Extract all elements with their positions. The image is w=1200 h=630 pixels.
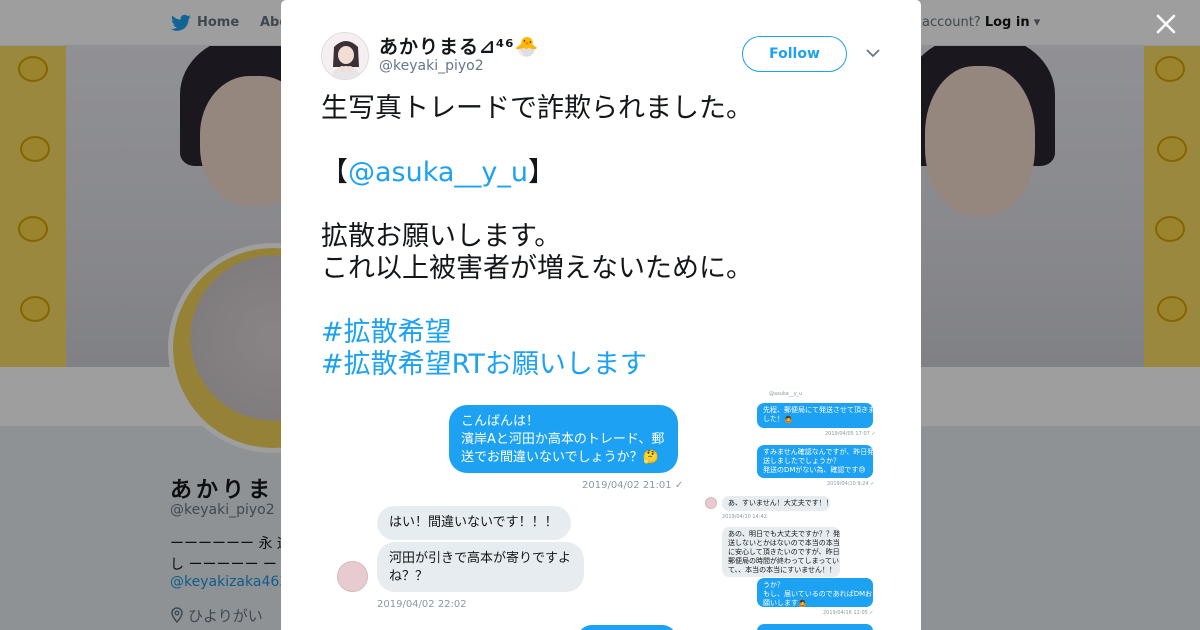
dm-message-out: 先程、郵便局にて発送させて頂きま した！🙇 [757,403,873,428]
mention-link[interactable]: @asuka__y_u [348,157,528,188]
bracket-close: 】 [528,157,556,188]
dm-timestamp: 2019/04/02 22:02 [377,599,467,610]
dm-message-out: すみません確認なんですが、昨日発 送しましたでしょうか？ 発送のDMがない為、確… [757,445,873,478]
tweet-text-line: 【@asuka__y_u】 [321,157,555,189]
tweet-modal: あかりまる⊿⁴⁶🐣 @keyaki_piyo2 Follow 生写真トレードで詐… [281,0,921,630]
dm-message-out: うか？ もし、届いているのであればDMお 願いします🙇 [757,578,873,607]
dm-message-in: あ、すいません！大丈夫です！！ [722,496,830,511]
tweet-text-line: これ以上被害者が増えないために。 [321,253,753,284]
avatar-portrait-icon [322,33,368,79]
hashtag-link[interactable]: #拡散希望 [321,317,452,349]
hashtag-link[interactable]: #拡散希望RTお願いします [321,349,647,381]
dm-timestamp: 2019/04/16 12:05 ✓ [823,610,874,616]
dm-message-out-partial [577,625,677,630]
dm-timestamp: 2019/04/10 9:24 ✓ [827,481,875,487]
dm-message-out: こんばんは！ 濱岸Aと河田か高本のトレード、郵送でお間違いないでしょうか？🤔 [449,405,678,473]
dm-message-in: あの、明日でも大丈夫ですか？？発 送しないとかはないので本当の本当 に安心して頂… [722,527,840,577]
tweet-text-line: 拡散お願いします。 [321,221,562,252]
bracket-open: 【 [321,157,348,188]
dm-message-out-partial [757,624,873,630]
dm-timestamp: 2019/04/02 21:01 ✓ [582,480,684,491]
close-icon[interactable] [1154,12,1178,36]
follow-button[interactable]: Follow [742,36,847,72]
tweet-text-line: 生写真トレードで詐欺られました。 [321,93,753,124]
tweet-image-dm-screenshot-2[interactable]: @asuka__y_u 先程、郵便局にて発送させて頂きま した！🙇 2019/0… [701,390,881,630]
dm-timestamp: 2019/04/10 14:42 [722,514,767,520]
dm-message-in: はい！間違いないです！！！ [377,506,571,540]
dm-timestamp: 2019/04/05 17:07 ✓ [825,431,876,437]
tweet-author-avatar[interactable] [321,32,369,80]
tweet-author-handle[interactable]: @keyaki_piyo2 [379,58,484,74]
tweet-author-name[interactable]: あかりまる⊿⁴⁶🐣 [379,32,539,59]
chevron-down-icon[interactable] [866,48,880,58]
dm-handle-header: @asuka__y_u [769,391,803,397]
dm-avatar [337,561,368,592]
dm-message-in: 河田が引きで高本が寄りですよね？？ [377,542,584,592]
dm-avatar [705,497,717,509]
tweet-image-dm-screenshot-1[interactable]: こんばんは！ 濱岸Aと河田か高本のトレード、郵送でお間違いないでしょうか？🤔 2… [321,392,691,630]
